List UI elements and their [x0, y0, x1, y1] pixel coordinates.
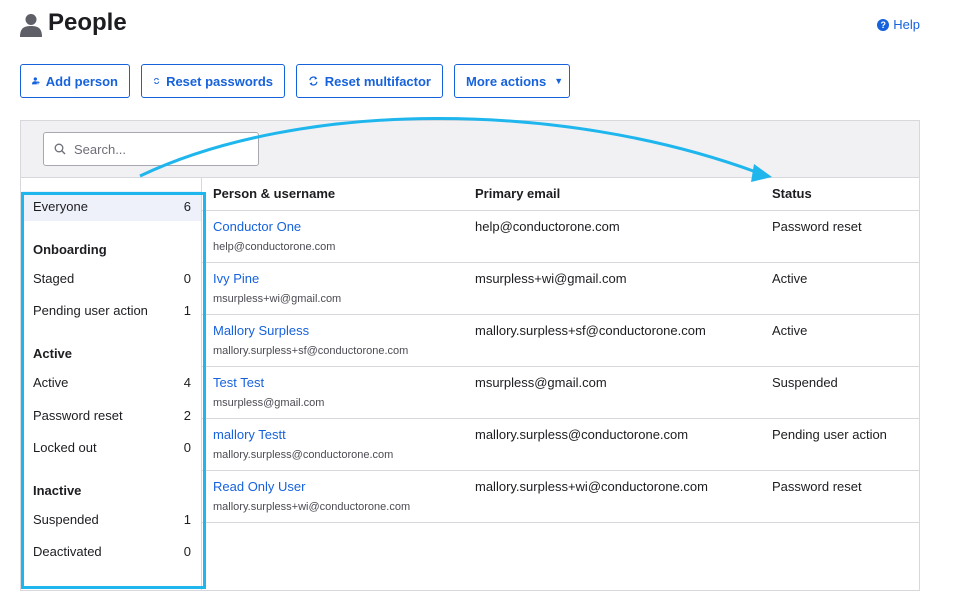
- filter-active[interactable]: Active 4: [22, 367, 201, 397]
- person-username: mallory.surpless+sf@conductorone.com: [213, 345, 409, 357]
- filter-label: Locked out: [33, 439, 97, 455]
- reset-passwords-label: Reset passwords: [166, 73, 273, 89]
- caret-down-icon: ▼: [554, 76, 564, 86]
- person-username: msurpless@gmail.com: [213, 397, 325, 409]
- help-label: Help: [893, 17, 920, 32]
- status-text: Password reset: [772, 479, 862, 494]
- filter-suspended[interactable]: Suspended 1: [22, 504, 201, 534]
- table-row[interactable]: mallory Testt mallory.surpless@conductor…: [202, 419, 919, 471]
- people-table: Person & username Primary email Status C…: [202, 178, 919, 523]
- table-header: Person & username Primary email Status: [202, 178, 919, 211]
- reset-multifactor-button[interactable]: Reset multifactor: [296, 64, 443, 98]
- status-text: Password reset: [772, 219, 862, 234]
- filter-count: 4: [183, 374, 191, 390]
- person-name-link[interactable]: Ivy Pine: [213, 271, 259, 286]
- add-person-button[interactable]: Add person: [20, 64, 130, 98]
- search-box[interactable]: [43, 132, 259, 166]
- refresh-icon: [153, 77, 160, 85]
- reset-passwords-button[interactable]: Reset passwords: [141, 64, 285, 98]
- help-link[interactable]: ? Help: [877, 17, 920, 32]
- status-text: Suspended: [772, 375, 838, 390]
- filter-deactivated[interactable]: Deactivated 0: [22, 536, 201, 566]
- person-name-link[interactable]: Read Only User: [213, 479, 305, 494]
- search-icon: [54, 143, 66, 155]
- active-heading: Active: [33, 346, 73, 361]
- person-username: mallory.surpless@conductorone.com: [213, 449, 394, 461]
- filter-label: Everyone: [33, 198, 88, 214]
- status-text: Active: [772, 271, 808, 286]
- person-username: msurpless+wi@gmail.com: [213, 293, 342, 305]
- filter-label: Staged: [33, 270, 75, 286]
- filter-locked-out[interactable]: Locked out 0: [22, 432, 201, 462]
- filter-count: 1: [183, 302, 191, 318]
- filter-pending-user-action[interactable]: Pending user action 1: [22, 295, 201, 325]
- primary-email: mallory.surpless@conductorone.com: [475, 427, 689, 442]
- filter-everyone[interactable]: Everyone 6: [22, 191, 201, 221]
- toolbar: Add person Reset passwords Reset multifa…: [20, 64, 570, 98]
- filter-password-reset[interactable]: Password reset 2: [22, 400, 201, 430]
- primary-email: mallory.surpless+sf@conductorone.com: [475, 323, 706, 338]
- status-text: Active: [772, 323, 808, 338]
- column-header-status[interactable]: Status: [772, 186, 812, 201]
- primary-email: msurpless@gmail.com: [475, 375, 607, 390]
- onboarding-heading: Onboarding: [33, 242, 107, 257]
- status-text: Pending user action: [772, 427, 887, 442]
- table-row[interactable]: Conductor One help@conductorone.com help…: [202, 211, 919, 263]
- person-username: help@conductorone.com: [213, 241, 336, 253]
- filter-label: Active: [33, 374, 69, 390]
- filter-count: 0: [183, 439, 191, 455]
- more-actions-label: More actions: [466, 73, 547, 89]
- person-name-link[interactable]: Test Test: [213, 375, 264, 390]
- page-header: People ? Help: [20, 8, 920, 44]
- filter-label: Deactivated: [33, 543, 102, 559]
- add-person-label: Add person: [45, 73, 118, 89]
- filter-count: 0: [183, 270, 191, 286]
- filter-count: 6: [183, 198, 191, 214]
- person-icon: [20, 14, 42, 37]
- filter-label: Suspended: [33, 511, 99, 527]
- more-actions-dropdown[interactable]: More actions ▼: [454, 64, 570, 98]
- filter-count: 2: [183, 407, 191, 423]
- primary-email: help@conductorone.com: [475, 219, 620, 234]
- filter-label: Password reset: [33, 407, 123, 423]
- filter-sidebar: Everyone 6 Onboarding Staged 0 Pending u…: [21, 178, 202, 591]
- reset-multifactor-label: Reset multifactor: [324, 73, 431, 89]
- primary-email: mallory.surpless+wi@conductorone.com: [475, 479, 708, 494]
- person-name-link[interactable]: Mallory Surpless: [213, 323, 309, 338]
- table-row[interactable]: Test Test msurpless@gmail.com msurpless@…: [202, 367, 919, 419]
- table-row[interactable]: Read Only User mallory.surpless+wi@condu…: [202, 471, 919, 523]
- add-person-icon: [32, 77, 40, 85]
- inactive-heading: Inactive: [33, 483, 82, 498]
- column-header-email[interactable]: Primary email: [475, 186, 560, 201]
- filter-count: 0: [183, 543, 191, 559]
- refresh-icon: [309, 76, 318, 86]
- table-row[interactable]: Mallory Surpless mallory.surpless+sf@con…: [202, 315, 919, 367]
- filter-label: Pending user action: [33, 302, 148, 318]
- search-input[interactable]: [74, 141, 244, 157]
- person-name-link[interactable]: Conductor One: [213, 219, 301, 234]
- help-icon: ?: [877, 18, 890, 31]
- page-title: People: [48, 9, 127, 36]
- person-username: mallory.surpless+wi@conductorone.com: [213, 501, 411, 513]
- search-bar: [21, 121, 919, 178]
- filter-count: 1: [183, 511, 191, 527]
- primary-email: msurpless+wi@gmail.com: [475, 271, 627, 286]
- person-name-link[interactable]: mallory Testt: [213, 427, 286, 442]
- table-row[interactable]: Ivy Pine msurpless+wi@gmail.com msurples…: [202, 263, 919, 315]
- filter-staged[interactable]: Staged 0: [22, 263, 201, 293]
- column-header-person[interactable]: Person & username: [213, 186, 335, 201]
- people-panel: Everyone 6 Onboarding Staged 0 Pending u…: [20, 120, 920, 591]
